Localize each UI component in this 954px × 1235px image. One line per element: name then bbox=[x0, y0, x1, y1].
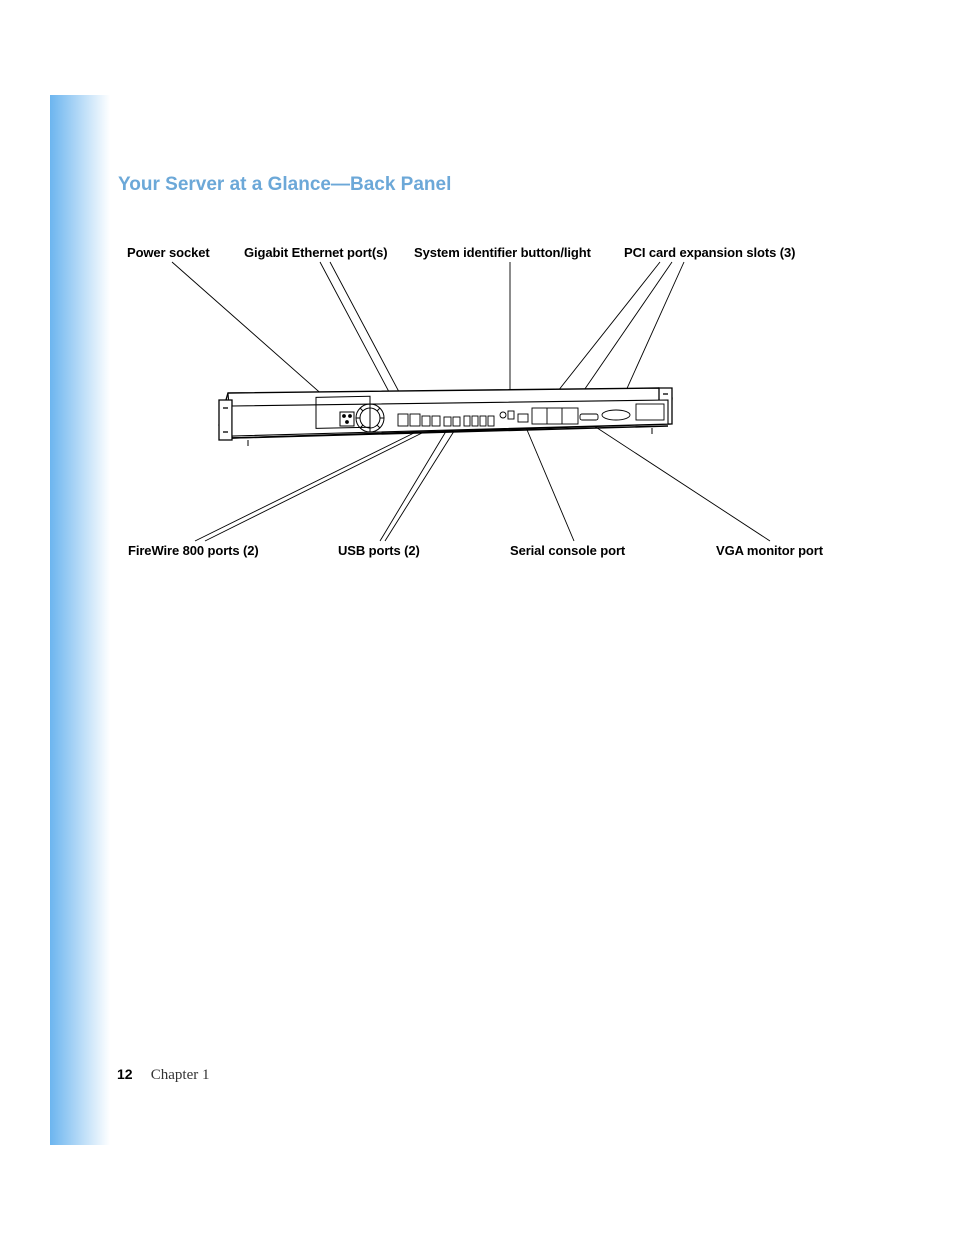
label-usb: USB ports (2) bbox=[338, 543, 420, 558]
label-pci-slots: PCI card expansion slots (3) bbox=[624, 245, 795, 260]
label-gigabit-ethernet: Gigabit Ethernet port(s) bbox=[244, 245, 388, 260]
label-firewire: FireWire 800 ports (2) bbox=[128, 543, 259, 558]
label-vga: VGA monitor port bbox=[716, 543, 823, 558]
label-power-socket: Power socket bbox=[127, 245, 210, 260]
label-system-identifier: System identifier button/light bbox=[414, 245, 591, 260]
page-number: 12 bbox=[117, 1066, 133, 1082]
section-heading: Your Server at a Glance—Back Panel bbox=[118, 174, 451, 196]
label-serial: Serial console port bbox=[510, 543, 625, 558]
left-margin-gradient bbox=[50, 95, 110, 1145]
page-footer: 12 Chapter 1 bbox=[117, 1066, 209, 1084]
chapter-label: Chapter 1 bbox=[151, 1067, 210, 1083]
